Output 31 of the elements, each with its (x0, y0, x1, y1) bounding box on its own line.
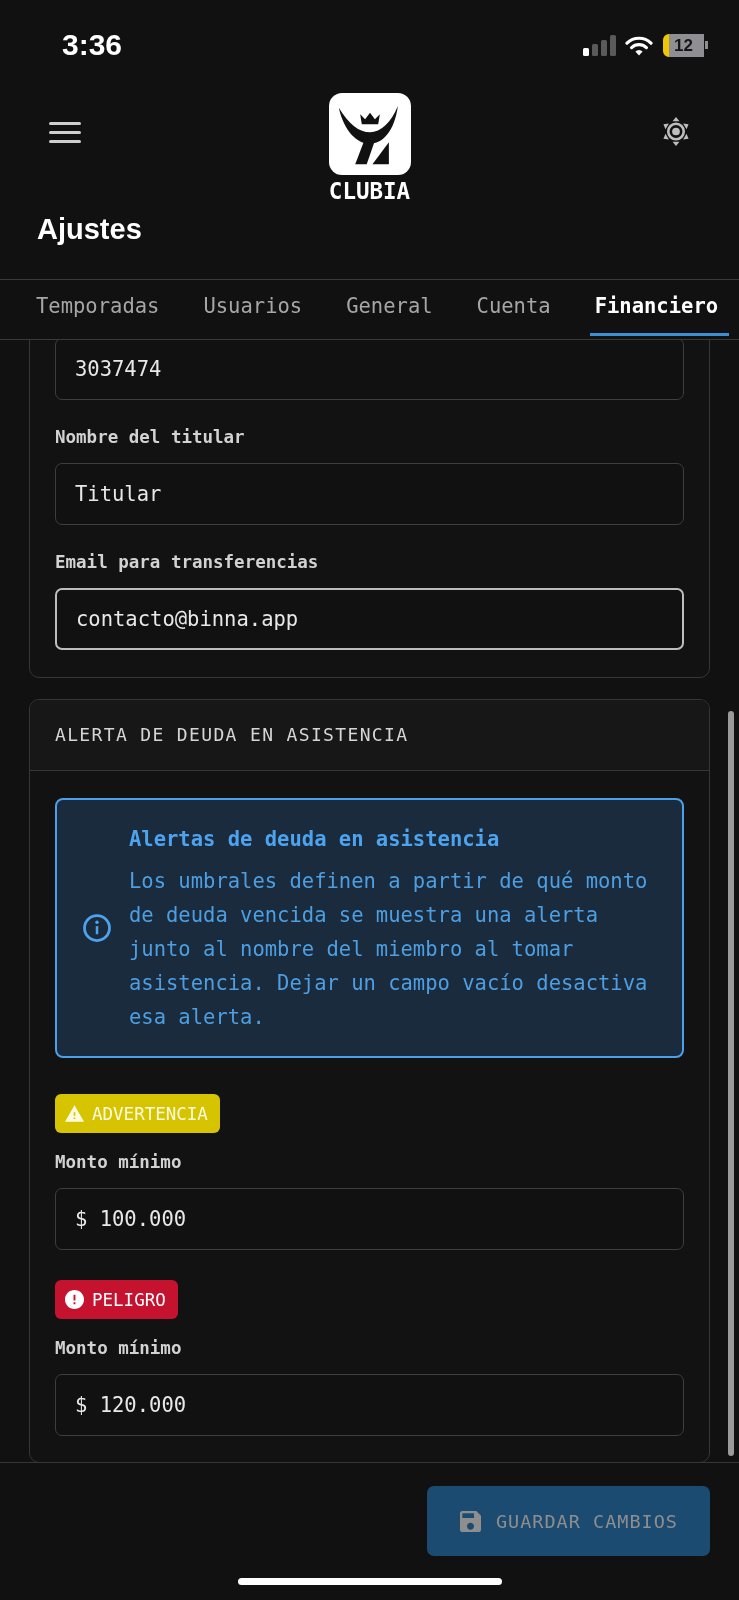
warning-icon (65, 1105, 84, 1122)
logo-icon (328, 93, 411, 175)
brightness-icon[interactable] (663, 117, 689, 146)
page-title: Ajustes (36, 212, 143, 247)
badge-label: PELIGRO (92, 1288, 166, 1311)
info-icon (82, 913, 112, 943)
wifi-icon (625, 34, 653, 56)
tab[interactable]: Usuarios (181, 280, 325, 339)
field-label: Nombre del titular (55, 426, 246, 448)
brand-name: CLUBIA (328, 179, 411, 203)
save-icon (459, 1510, 481, 1532)
tab[interactable]: Cuenta (454, 280, 573, 339)
status-time: 3:36 (62, 28, 123, 62)
tab[interactable]: General (324, 280, 455, 339)
text-field[interactable]: contacto@binna.app (55, 588, 684, 650)
info-title: Alertas de deuda en asistencia (129, 826, 501, 853)
signal-icon (583, 34, 616, 56)
field-label: Email para transferencias (55, 551, 320, 573)
amount-field[interactable]: $ 120.000 (55, 1374, 684, 1436)
tab[interactable]: Temporadas (14, 280, 182, 339)
battery-indicator: 12 (663, 33, 708, 57)
amount-field[interactable]: $ 100.000 (55, 1188, 684, 1250)
badge-label: ADVERTENCIA (92, 1102, 208, 1125)
menu-icon[interactable] (49, 122, 81, 143)
field-label: Monto mínimo (55, 1151, 183, 1173)
info-text: Los umbrales definen a partir de qué monto de deuda vencida se muestra una alerta junto al nombre del miembro al tomar asistencia. Dejar un campo vacío desactiva esa alerta. (129, 868, 649, 1031)
text-field[interactable]: Titular (55, 463, 684, 525)
section-header: ALERTA DE DEUDA EN ASISTENCIA (30, 700, 709, 771)
text-field[interactable]: 3037474 (55, 340, 684, 400)
scrollbar-thumb[interactable] (728, 711, 734, 1456)
field-label: Monto mínimo (55, 1337, 183, 1359)
